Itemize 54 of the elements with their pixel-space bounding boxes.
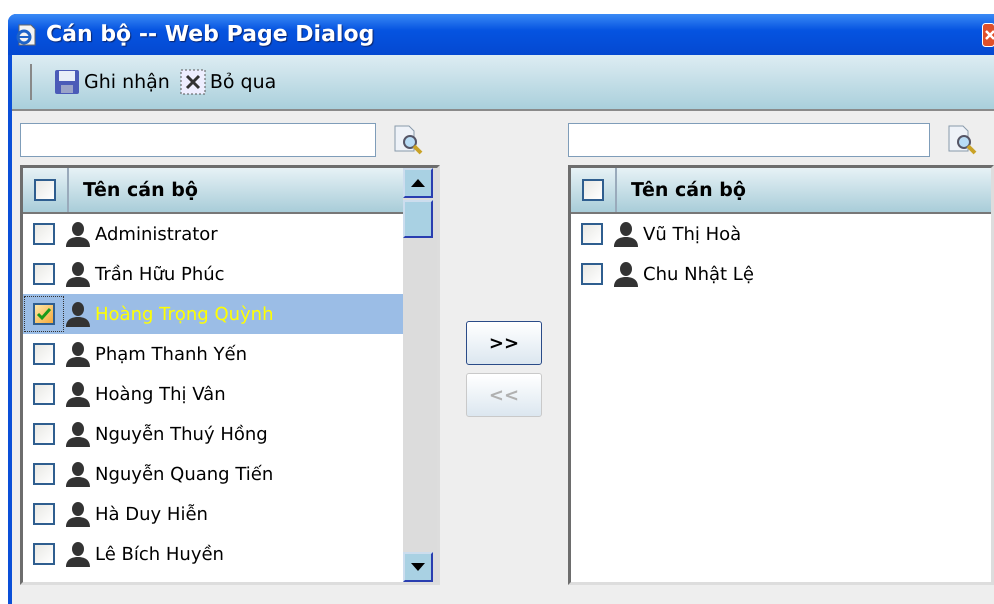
checkbox[interactable] <box>33 343 55 365</box>
person-icon <box>65 340 91 368</box>
person-icon <box>65 380 91 408</box>
checkbox[interactable] <box>582 179 604 201</box>
staff-name: Phạm Thanh Yến <box>95 344 247 364</box>
checkbox[interactable] <box>33 503 55 525</box>
staff-name: Chu Nhật Lệ <box>643 264 754 284</box>
checkbox[interactable] <box>33 543 55 565</box>
staff-name: Administrator <box>95 224 218 244</box>
scroll-down-button[interactable] <box>403 552 433 582</box>
search-icon[interactable] <box>392 124 424 156</box>
checkbox[interactable] <box>33 263 55 285</box>
column-title: Tên cán bộ <box>83 179 198 201</box>
person-icon <box>65 260 91 288</box>
checkbox[interactable] <box>581 223 603 245</box>
checkbox[interactable] <box>581 263 603 285</box>
person-icon <box>65 500 91 528</box>
person-icon <box>613 260 639 288</box>
search-icon[interactable] <box>946 124 978 156</box>
staff-name: Nguyễn Quang Tiến <box>95 464 274 484</box>
staff-name: Vũ Thị Hoà <box>643 224 742 244</box>
search-field[interactable] <box>568 123 930 157</box>
search-field[interactable] <box>20 123 376 157</box>
checkbox[interactable] <box>33 303 55 325</box>
staff-name: Hà Duy Hiễn <box>95 504 208 524</box>
check-icon <box>36 307 52 321</box>
staff-name: Hoàng Trọng Quỳnh <box>95 304 274 324</box>
person-icon <box>65 540 91 568</box>
save-button[interactable]: Ghi nhận <box>54 69 170 95</box>
checkbox[interactable] <box>34 179 56 201</box>
window-title: Cán bộ -- Web Page Dialog <box>46 22 376 47</box>
checkbox[interactable] <box>33 423 55 445</box>
move-button[interactable]: >> <box>466 321 542 365</box>
checkbox[interactable] <box>33 383 55 405</box>
staff-name: Lê Bích Huyền <box>95 544 224 564</box>
column-title: Tên cán bộ <box>631 179 746 201</box>
down-arrow-icon <box>411 563 425 571</box>
person-icon <box>613 220 639 248</box>
close-icon <box>180 69 206 95</box>
staff-name: Nguyễn Thuý Hồng <box>95 424 268 444</box>
person-icon <box>65 420 91 448</box>
person-icon <box>65 220 91 248</box>
up-arrow-icon <box>411 179 425 187</box>
page-icon <box>14 22 38 46</box>
checkbox[interactable] <box>33 223 55 245</box>
person-icon <box>65 300 91 328</box>
staff-name: Hoàng Thị Vân <box>95 384 226 404</box>
scroll-up-button[interactable] <box>403 168 433 198</box>
checkbox[interactable] <box>33 463 55 485</box>
scrollbar-thumb[interactable] <box>403 200 433 238</box>
cancel-button[interactable]: Bỏ qua <box>180 69 276 95</box>
close-icon[interactable] <box>982 22 994 46</box>
person-icon <box>65 460 91 488</box>
staff-name: Trần Hữu Phúc <box>95 264 225 284</box>
